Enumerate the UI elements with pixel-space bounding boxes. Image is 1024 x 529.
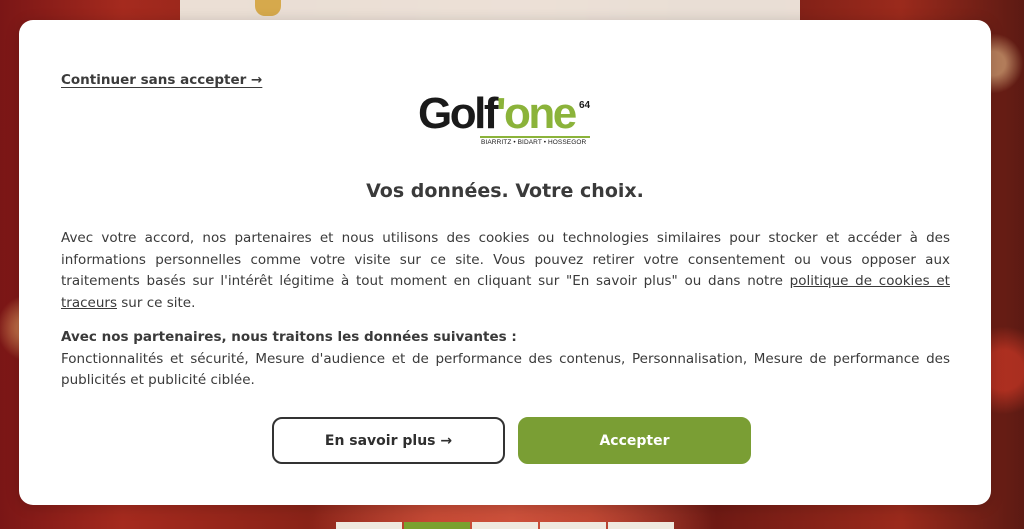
logo-wordmark: Golf'one bbox=[418, 88, 577, 140]
consent-description-tail: sur ce site. bbox=[116, 294, 196, 311]
background-ornament bbox=[255, 0, 281, 16]
consent-description: Avec votre accord, nos partenaires et no… bbox=[61, 228, 950, 314]
continue-without-accepting-link[interactable]: Continuer sans accepter → bbox=[61, 72, 262, 88]
learn-more-button[interactable]: En savoir plus → bbox=[272, 417, 505, 464]
logo-wordmark-green: 'one bbox=[495, 89, 577, 138]
background-strip-tab-active bbox=[404, 522, 470, 529]
purposes-heading: Avec nos partenaires, nous traitons les … bbox=[61, 329, 517, 345]
data-purposes: Avec nos partenaires, nous traitons les … bbox=[61, 327, 950, 392]
background-strip-tab bbox=[336, 522, 402, 529]
logo-underline bbox=[480, 136, 590, 138]
background-nav-strip bbox=[336, 522, 674, 529]
background-strip-tab bbox=[540, 522, 606, 529]
accept-button[interactable]: Accepter bbox=[518, 417, 751, 464]
cookie-consent-dialog: Continuer sans accepter → Golf'one 64 BI… bbox=[19, 20, 991, 505]
dialog-title: Vos données. Votre choix. bbox=[366, 180, 644, 202]
logo-locations: BIARRITZ • BIDART • HOSSEGOR bbox=[481, 139, 587, 146]
logo-wordmark-dark: Golf bbox=[418, 89, 498, 138]
logo-superscript: 64 bbox=[579, 100, 591, 111]
background-strip-tab bbox=[608, 522, 674, 529]
purposes-list: Fonctionnalités et sécurité, Mesure d'au… bbox=[61, 350, 950, 389]
golfone-logo: Golf'one 64 BIARRITZ • BIDART • HOSSEGOR bbox=[418, 88, 596, 152]
background-strip-tab bbox=[472, 522, 538, 529]
